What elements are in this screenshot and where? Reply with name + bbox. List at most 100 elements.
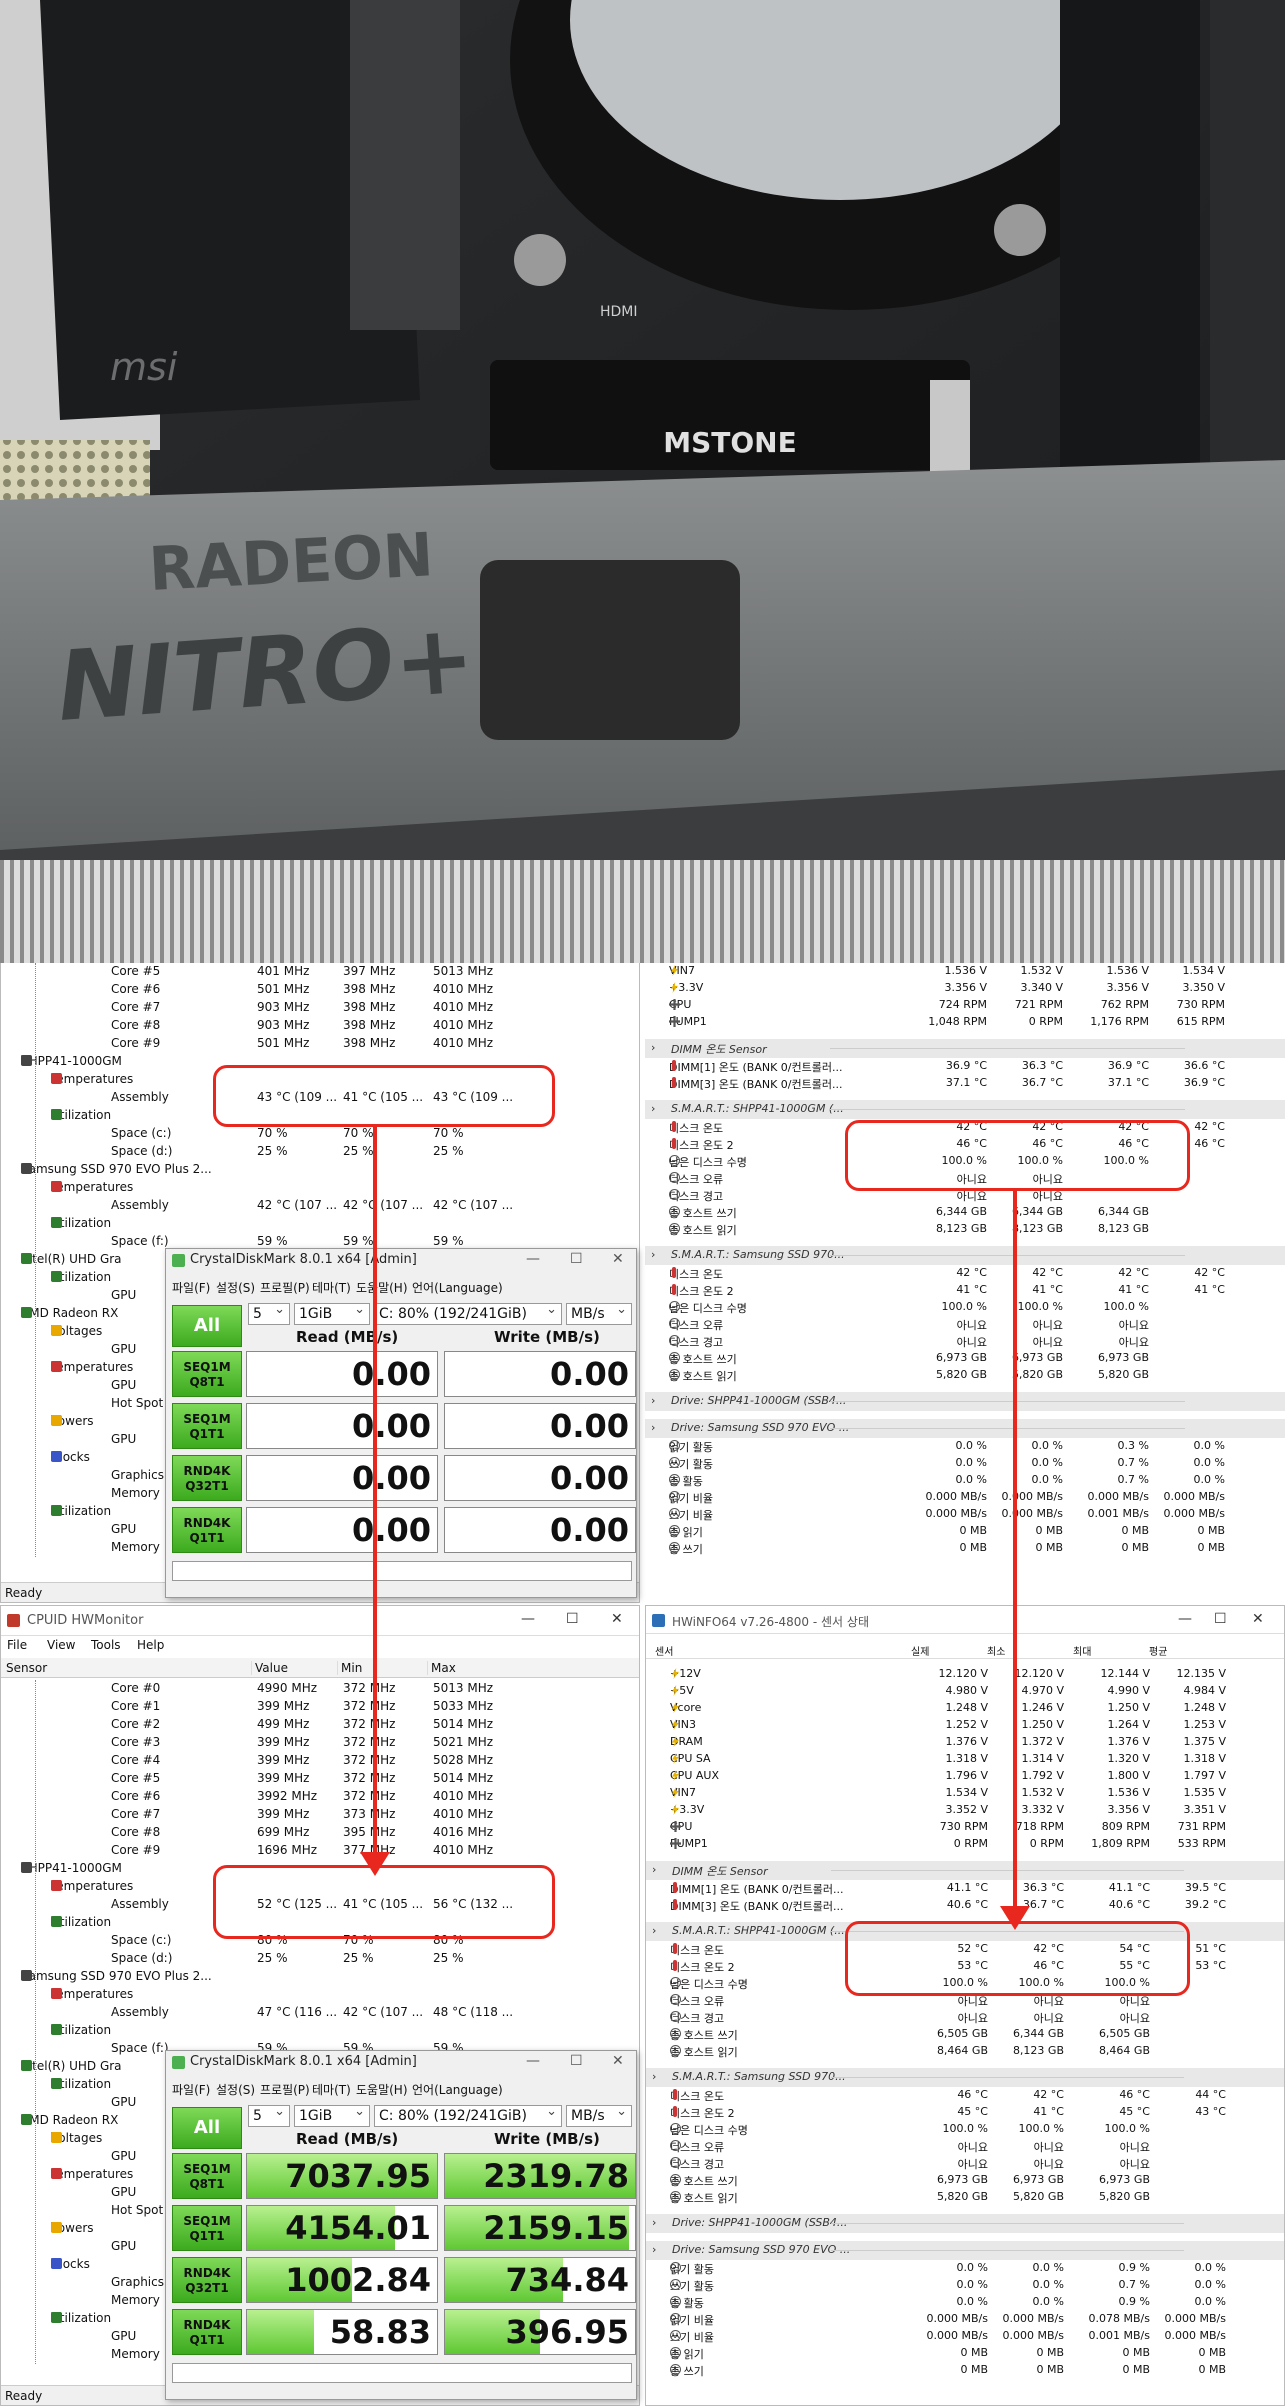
close-button[interactable]: ✕ <box>612 1251 624 1267</box>
menu-1[interactable]: 파일(F) <box>172 2081 210 2098</box>
expand-arrow-icon[interactable]: › <box>651 1421 655 1434</box>
test-button-rnd4k-q1t1[interactable]: RND4K Q1T1 <box>172 1507 242 1553</box>
sensor-row[interactable]: − 읽기 비율 0.000 MB/s 0.000 MB/s 0.000 MB/s 0.00… <box>645 1489 1285 1506</box>
menu-4[interactable]: 테마(T) <box>312 2081 351 2098</box>
sensor-row[interactable]: − 읽기 활동 0.0 % 0.0 % 0.9 % 0.0 % <box>646 2260 1284 2277</box>
menu-file[interactable]: File <box>7 1638 27 1652</box>
tree-row[interactable]: Core #8 903 MHz 398 MHz 4010 MHz <box>1 1017 639 1035</box>
sensor-row[interactable]: PUMP1 1,048 RPM 0 RPM 1,176 RPM 615 RPM <box>645 1014 1285 1031</box>
test-button-rnd4k-q32t1[interactable]: RND4K Q32T1 <box>172 1455 242 1501</box>
sensor-row[interactable]: VIN7 1.536 V 1.532 V 1.536 V 1.534 V <box>645 963 1285 980</box>
col-avg[interactable]: 평균 <box>1146 1643 1167 1658</box>
test-count-select[interactable]: 5 <box>248 1303 290 1325</box>
tree-row[interactable]: −Utilization <box>1 1215 639 1233</box>
sensor-group-header[interactable]: › S.M.A.R.T.: Samsung SSD 970... <box>645 1246 1285 1265</box>
menu-tools[interactable]: Tools <box>91 1638 121 1652</box>
comment-field[interactable] <box>172 1561 632 1581</box>
col-min[interactable]: 최소 <box>984 1643 1005 1658</box>
maximize-button[interactable]: ☐ <box>570 2053 583 2069</box>
sensor-row[interactable]: − 읽기 비율 0.000 MB/s 0.000 MB/s 0.078 MB/s 0.00… <box>646 2311 1284 2328</box>
sensor-row[interactable]: − 총 읽기 0 MB 0 MB 0 MB 0 MB <box>646 2345 1284 2362</box>
expand-arrow-icon[interactable]: › <box>652 2070 656 2083</box>
tree-row[interactable]: Core #9 501 MHz 398 MHz 4010 MHz <box>1 1035 639 1053</box>
sensor-row[interactable]: 디스크 온도 2 41 °C 41 °C 41 °C 41 °C <box>645 1282 1285 1299</box>
sensor-row[interactable]: − 총 호스트 쓰기 6,344 GB 6,344 GB 6,344 GB <box>645 1204 1285 1221</box>
drive-select[interactable]: C: 80% (192/241GiB) <box>374 2105 562 2127</box>
sensor-row[interactable]: − 총 호스트 읽기 8,123 GB 8,123 GB 8,123 GB <box>645 1221 1285 1238</box>
col-min[interactable]: Min <box>337 1661 362 1675</box>
unit-select[interactable]: MB/s <box>566 1303 632 1325</box>
tree-row[interactable]: −Samsung SSD 970 EVO Plus 2... <box>1 1968 639 1986</box>
expand-arrow-icon[interactable]: › <box>651 1394 655 1407</box>
test-count-select[interactable]: 5 <box>248 2105 290 2127</box>
sensor-row[interactable]: − 쓰기 비율 0.000 MB/s 0.000 MB/s 0.001 MB/s 0.00… <box>645 1506 1285 1523</box>
sensor-row[interactable]: DIMM[3] 온도 (BANK 0/컨트롤러... 40.6 °C 36.7 °C… <box>646 1897 1284 1914</box>
run-all-button[interactable]: All <box>172 2107 242 2149</box>
tree-row[interactable]: Core #4 399 MHz 372 MHz 5028 MHz <box>1 1752 639 1770</box>
test-size-select[interactable]: 1GiB <box>294 1303 370 1325</box>
sensor-row[interactable]: Vcore 1.248 V 1.246 V 1.250 V 1.248 V <box>646 1700 1284 1717</box>
menu-6[interactable]: 언어(Language) <box>412 2081 503 2098</box>
sensor-row[interactable]: − 총 쓰기 0 MB 0 MB 0 MB 0 MB <box>645 1540 1285 1557</box>
tree-row[interactable]: Core #5 399 MHz 372 MHz 5014 MHz <box>1 1770 639 1788</box>
tree-row[interactable]: Core #6 501 MHz 398 MHz 4010 MHz <box>1 981 639 999</box>
col-max[interactable]: 최대 <box>1070 1643 1091 1658</box>
sensor-row[interactable]: − 남은 디스크 수명 100.0 % 100.0 % 100.0 % <box>646 2121 1284 2138</box>
expand-arrow-icon[interactable]: › <box>651 1041 655 1054</box>
tree-row[interactable]: Space (c:) 70 % 70 % 70 % <box>1 1125 639 1143</box>
sensor-row[interactable]: VIN3 1.252 V 1.250 V 1.264 V 1.253 V <box>646 1717 1284 1734</box>
sensor-group-header[interactable]: › DIMM 온도 Sensor <box>645 1039 1285 1058</box>
sensor-row[interactable]: DRAM 1.376 V 1.372 V 1.376 V 1.375 V <box>646 1734 1284 1751</box>
sensor-group-header[interactable]: › Drive: Samsung SSD 970 EVO ... <box>646 2241 1284 2260</box>
run-all-button[interactable]: All <box>172 1305 242 1347</box>
tree-row[interactable]: Space (d:) 25 % 25 % 25 % <box>1 1143 639 1161</box>
sensor-group-header[interactable]: › DIMM 온도 Sensor <box>646 1861 1284 1880</box>
expand-arrow-icon[interactable]: › <box>652 2216 656 2229</box>
tree-row[interactable]: −Temperatures <box>1 1986 639 2004</box>
col-value[interactable]: Value <box>251 1661 288 1675</box>
sensor-row[interactable]: VIN7 1.534 V 1.532 V 1.536 V 1.535 V <box>646 1785 1284 1802</box>
sensor-row[interactable]: − 쓰기 비율 0.000 MB/s 0.000 MB/s 0.001 MB/s 0.00… <box>646 2328 1284 2345</box>
close-button[interactable]: ✕ <box>611 1611 623 1627</box>
tree-row[interactable]: Core #6 3992 MHz 372 MHz 4010 MHz <box>1 1788 639 1806</box>
sensor-row[interactable]: +5V 4.980 V 4.970 V 4.990 V 4.984 V <box>646 1683 1284 1700</box>
tree-row[interactable]: Core #8 699 MHz 395 MHz 4016 MHz <box>1 1824 639 1842</box>
test-button-seq1m-q1t1[interactable]: SEQ1M Q1T1 <box>172 1403 242 1449</box>
sensor-row[interactable]: − 남은 디스크 수명 100.0 % 100.0 % 100.0 % <box>645 1299 1285 1316</box>
sensor-row[interactable]: DIMM[1] 온도 (BANK 0/컨트롤러... 41.1 °C 36.3 °C… <box>646 1880 1284 1897</box>
close-button[interactable]: ✕ <box>1252 1611 1264 1627</box>
menu-3[interactable]: 프로필(P) <box>260 2081 310 2098</box>
sensor-group-header[interactable]: › Drive: Samsung SSD 970 EVO ... <box>645 1419 1285 1438</box>
sensor-row[interactable]: 디스크 온도 46 °C 42 °C 46 °C 44 °C <box>646 2087 1284 2104</box>
close-button[interactable]: ✕ <box>612 2053 624 2069</box>
col-current[interactable]: 실제 <box>908 1643 929 1658</box>
test-button-seq1m-q1t1[interactable]: SEQ1M Q1T1 <box>172 2205 242 2251</box>
tree-row[interactable]: −Utilization <box>1 2022 639 2040</box>
tree-row[interactable]: Core #5 401 MHz 397 MHz 5013 MHz <box>1 963 639 981</box>
sensor-row[interactable]: PUMP1 0 RPM 0 RPM 1,809 RPM 533 RPM <box>646 1836 1284 1853</box>
tree-row[interactable]: −Samsung SSD 970 EVO Plus 2... <box>1 1161 639 1179</box>
sensor-row[interactable]: − 총 호스트 읽기 8,464 GB 8,123 GB 8,464 GB <box>646 2043 1284 2060</box>
test-size-select[interactable]: 1GiB <box>294 2105 370 2127</box>
col-max[interactable]: Max <box>427 1661 456 1675</box>
comment-field[interactable] <box>172 2363 632 2383</box>
sensor-row[interactable]: +3.3V 3.356 V 3.340 V 3.356 V 3.350 V <box>645 980 1285 997</box>
sensor-row[interactable]: − 디스크 경고 아니요 아니요 아니요 <box>646 2155 1284 2172</box>
sensor-row[interactable]: − 총 호스트 쓰기 6,973 GB 6,973 GB 6,973 GB <box>646 2172 1284 2189</box>
drive-select[interactable]: C: 80% (192/241GiB) <box>374 1303 562 1325</box>
maximize-button[interactable]: ☐ <box>1214 1611 1227 1627</box>
sensor-row[interactable]: +3.3V 3.352 V 3.332 V 3.356 V 3.351 V <box>646 1802 1284 1819</box>
menu-help[interactable]: Help <box>137 1638 164 1652</box>
maximize-button[interactable]: ☐ <box>570 1251 583 1267</box>
test-button-seq1m-q8t1[interactable]: SEQ1M Q8T1 <box>172 1351 242 1397</box>
sensor-group-header[interactable]: › S.M.A.R.T.: Samsung SSD 970... <box>646 2068 1284 2087</box>
expand-arrow-icon[interactable]: › <box>652 1863 656 1876</box>
expand-arrow-icon[interactable]: › <box>652 2243 656 2256</box>
unit-select[interactable]: MB/s <box>566 2105 632 2127</box>
col-sensor[interactable]: Sensor <box>3 1661 47 1675</box>
sensor-row[interactable]: − 총 호스트 쓰기 6,505 GB 6,344 GB 6,505 GB <box>646 2026 1284 2043</box>
sensor-row[interactable]: +12V 12.120 V 12.120 V 12.144 V 12.135 V <box>646 1666 1284 1683</box>
sensor-row[interactable]: CPU 730 RPM 718 RPM 809 RPM 731 RPM <box>646 1819 1284 1836</box>
tree-row[interactable]: Assembly 47 °C (116 ... 42 °C (107 ... 48 °… <box>1 2004 639 2022</box>
tree-row[interactable]: Core #7 399 MHz 373 MHz 4010 MHz <box>1 1806 639 1824</box>
